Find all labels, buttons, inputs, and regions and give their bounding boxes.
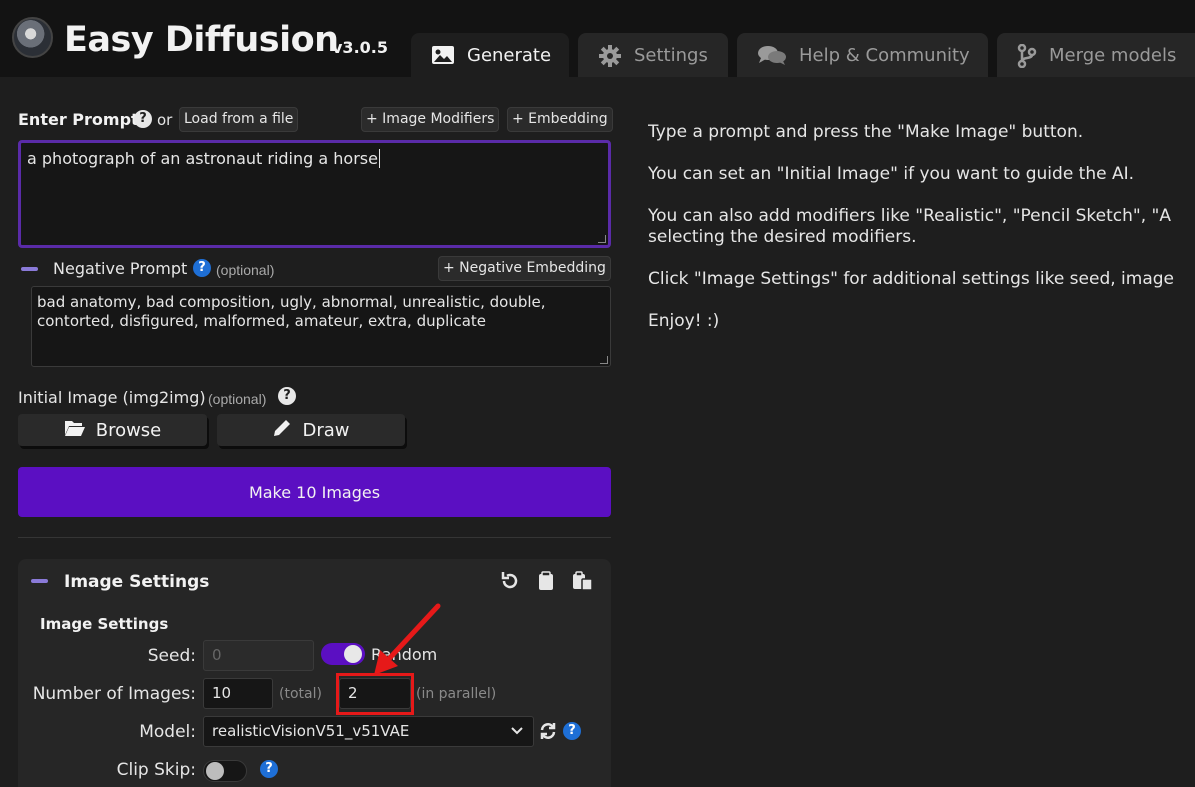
seed-input[interactable]: 0 — [203, 640, 314, 671]
negative-embedding-button[interactable]: + Negative Embedding — [438, 256, 611, 281]
help-line: Enjoy! :) — [648, 311, 720, 331]
load-from-file-button[interactable]: Load from a file — [179, 107, 299, 132]
tab-settings-label: Settings — [634, 44, 708, 66]
comments-icon — [757, 44, 787, 66]
toggle-knob — [206, 762, 224, 780]
num-images-total-input[interactable]: 10 — [203, 678, 273, 709]
help-line: selecting the desired modifiers. — [648, 227, 917, 247]
tab-settings[interactable]: Settings — [578, 33, 728, 77]
help-line: You can also add modifiers like "Realist… — [648, 206, 1171, 226]
make-images-button[interactable]: Make 10 Images — [18, 467, 611, 517]
gear-icon — [598, 44, 622, 67]
draw-label: Draw — [302, 419, 350, 441]
tab-generate[interactable]: Generate — [411, 33, 569, 77]
negative-optional-label: (optional) — [216, 262, 275, 278]
browse-button[interactable]: Browse — [18, 414, 207, 446]
help-text-panel: Type a prompt and press the "Make Image"… — [648, 122, 1195, 353]
editor-panel: Enter Prompt ? or Load from a file + Ima… — [0, 77, 628, 787]
model-label: Model: — [139, 722, 196, 742]
seed-label: Seed: — [147, 646, 196, 666]
negative-prompt-text: bad anatomy, bad composition, ugly, abno… — [37, 293, 546, 330]
negative-prompt-input[interactable]: bad anatomy, bad composition, ugly, abno… — [31, 286, 611, 367]
clip-skip-label: Clip Skip: — [116, 760, 196, 780]
app-logo — [12, 17, 53, 58]
prompt-label: Enter Prompt — [18, 110, 139, 129]
embedding-button[interactable]: + Embedding — [507, 107, 613, 132]
tab-help-community[interactable]: Help & Community — [737, 33, 988, 77]
clipboard-icon[interactable] — [538, 571, 554, 596]
tab-merge-models[interactable]: Merge models — [997, 33, 1195, 77]
or-text: or — [157, 111, 173, 129]
help-line: Type a prompt and press the "Make Image"… — [648, 122, 1084, 142]
code-branch-icon — [1017, 43, 1037, 69]
app-version: v3.0.5 — [332, 38, 388, 57]
initial-image-label: Initial Image (img2img) — [18, 388, 206, 407]
divider — [18, 537, 611, 538]
prompt-text: a photograph of an astronaut riding a ho… — [27, 149, 378, 168]
negative-help-icon[interactable]: ? — [193, 259, 211, 277]
model-select[interactable]: realisticVisionV51_v51VAE — [203, 716, 534, 747]
folder-open-icon — [64, 419, 86, 442]
image-settings-section-title: Image Settings — [40, 615, 169, 633]
image-settings-title: Image Settings — [64, 572, 210, 592]
help-line: You can set an "Initial Image" if you wa… — [648, 164, 1135, 184]
app-title: Easy Diffusion — [64, 20, 339, 60]
clip-skip-help-icon[interactable]: ? — [260, 760, 278, 778]
reset-icon[interactable] — [500, 571, 520, 596]
collapse-negative-icon[interactable] — [21, 267, 38, 271]
model-selected-value: realisticVisionV51_v51VAE — [212, 722, 410, 740]
refresh-icon[interactable] — [539, 722, 557, 745]
image-icon — [431, 44, 455, 66]
draw-button[interactable]: Draw — [217, 414, 405, 446]
annotation-arrow-icon — [374, 603, 441, 675]
paste-icon[interactable] — [572, 571, 594, 596]
total-label: (total) — [279, 686, 322, 702]
prompt-input[interactable]: a photograph of an astronaut riding a ho… — [18, 140, 611, 248]
parallel-label: (in parallel) — [416, 686, 497, 702]
random-seed-toggle[interactable] — [321, 643, 365, 665]
tab-merge-label: Merge models — [1049, 44, 1177, 66]
app-header: Easy Diffusion v3.0.5 Generate Settings … — [0, 0, 1195, 77]
chevron-down-icon — [511, 717, 523, 756]
pencil-icon — [272, 418, 292, 443]
prompt-help-icon[interactable]: ? — [134, 110, 152, 128]
num-images-label: Number of Images: — [32, 684, 196, 704]
help-line: Click "Image Settings" for additional se… — [648, 269, 1175, 289]
resize-handle[interactable] — [598, 235, 606, 243]
clip-skip-toggle[interactable] — [203, 760, 247, 782]
model-help-icon[interactable]: ? — [563, 722, 581, 740]
tab-generate-label: Generate — [467, 44, 552, 66]
image-modifiers-button[interactable]: + Image Modifiers — [361, 107, 500, 132]
negative-prompt-label: Negative Prompt — [53, 259, 188, 278]
collapse-settings-icon[interactable] — [31, 579, 48, 583]
browse-label: Browse — [95, 419, 162, 441]
initial-image-optional: (optional) — [208, 391, 267, 407]
image-settings-panel: Image Settings Image Settings Seed: 0 Ra… — [18, 559, 611, 787]
tab-help-label: Help & Community — [799, 44, 970, 66]
resize-handle[interactable] — [600, 356, 608, 364]
initial-image-help-icon[interactable]: ? — [278, 387, 296, 405]
